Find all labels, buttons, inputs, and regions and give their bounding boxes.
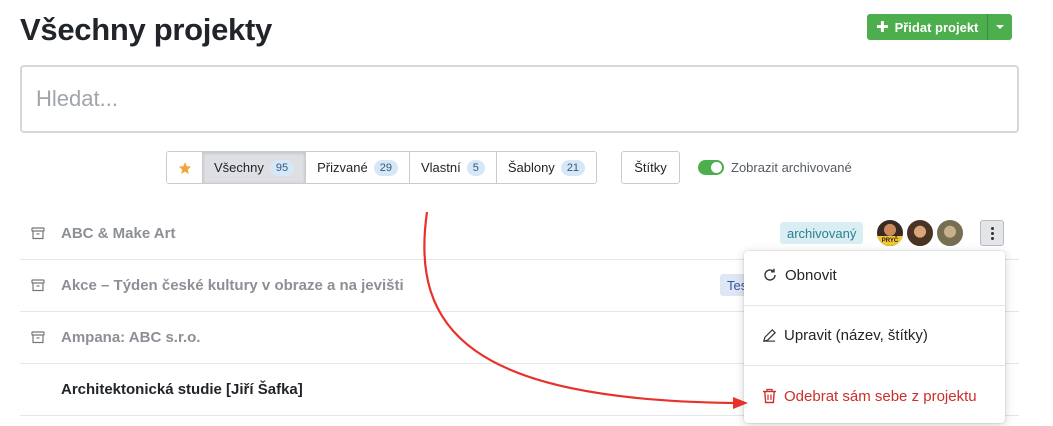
page-title: Všechny projekty [20,12,272,47]
trash-icon [763,388,776,404]
show-archived-toggle[interactable] [698,160,724,175]
add-project-dropdown-toggle[interactable] [988,14,1013,40]
archive-icon [31,331,45,344]
add-project-label: Přidat projekt [894,19,979,35]
dot [990,226,994,230]
refresh-icon [764,268,776,281]
filter-all-button[interactable]: Všechny 95 [203,152,307,183]
away-label: PRYČ [881,238,899,244]
menu-divider [744,305,1005,306]
count-badge: 21 [560,159,586,176]
menu-item-label: Odebrat sám sebe z projektu [784,387,977,405]
menu-item-label: Upravit (název, štítky) [784,326,928,344]
toggle-knob [711,162,722,173]
filter-invited-button[interactable]: Přizvané 29 [306,152,410,183]
add-project-button-group: ✚ Přidat projekt [867,14,1013,40]
restore-menu-item[interactable]: Obnovit [744,255,1005,295]
menu-divider [744,365,1005,366]
pencil-icon [763,328,776,342]
archived-badge: archivovaný [780,222,864,244]
avatar[interactable] [935,218,965,248]
filter-own-button[interactable]: Vlastní 5 [409,152,497,183]
plus-icon: ✚ [876,18,889,36]
filter-label: Přizvané [317,160,368,175]
search-input[interactable] [20,65,1019,133]
leave-project-menu-item[interactable]: Odebrat sám sebe z projektu [744,376,1005,416]
archive-icon [31,227,45,240]
filter-label: Vlastní [420,160,461,175]
project-name[interactable]: Ampana: ABC s.r.o. [61,329,200,346]
avatar[interactable]: PRYČ [875,218,905,248]
project-name[interactable]: Architektonická studie [Jiří Šafka] [61,381,303,398]
project-name[interactable]: ABC & Make Art [61,225,175,242]
star-icon [178,161,191,174]
tags-button[interactable]: Štítky [621,151,680,184]
project-context-menu: Obnovit Upravit (název, štítky) Odebrat … [744,251,1005,423]
favorites-filter-button[interactable] [167,152,203,183]
count-badge: 95 [269,159,295,176]
avatar[interactable] [905,218,935,248]
menu-item-label: Obnovit [785,266,837,284]
filter-label: Všechny [214,160,264,175]
count-badge: 5 [466,159,485,176]
project-filter-group: Všechny 95 Přizvané 29 Vlastní 5 Šablony… [166,151,598,184]
show-archived-label: Zobrazit archivované [731,160,852,175]
row-actions-button[interactable] [980,220,1004,246]
dot [990,236,994,240]
project-name[interactable]: Akce – Týden české kultury v obraze a na… [61,277,404,294]
count-badge: 29 [373,159,398,176]
caret-down-icon [996,25,1005,29]
dot [990,231,994,235]
filter-templates-button[interactable]: Šablony 21 [496,152,597,183]
archive-icon [31,279,45,292]
edit-menu-item[interactable]: Upravit (název, štítky) [744,315,1005,355]
filter-label: Šablony [507,160,555,175]
add-project-button[interactable]: ✚ Přidat projekt [867,14,989,40]
